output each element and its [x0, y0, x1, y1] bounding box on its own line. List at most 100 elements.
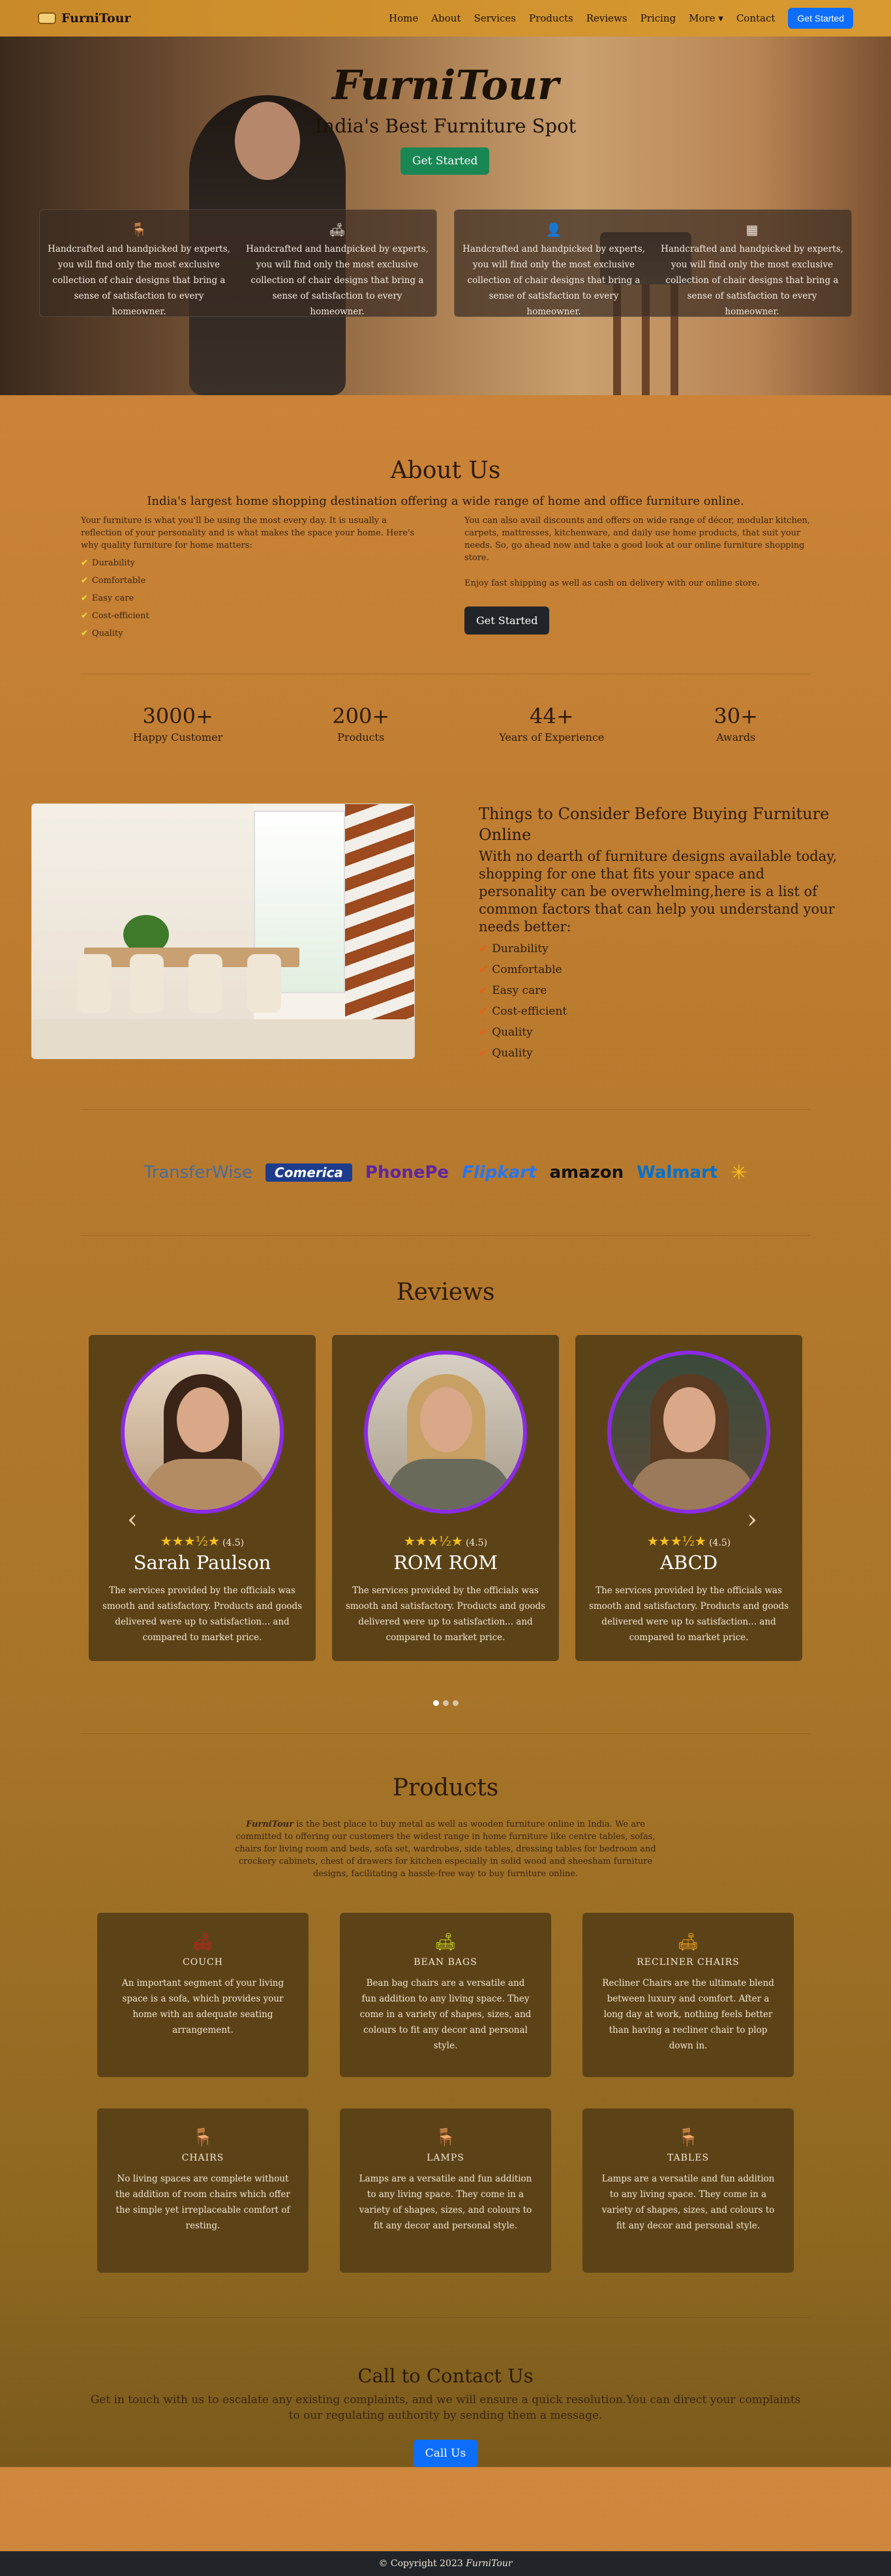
recliner-icon: 🛋	[677, 1932, 699, 1952]
carousel-dot[interactable]	[432, 1700, 439, 1706]
check-icon: ✔	[479, 1047, 489, 1060]
check-icon: ✔	[479, 942, 489, 955]
reviews-section: Reviews ‹ ★★★½★ (4.5) Sarah Paulson The s…	[0, 1279, 891, 1734]
star-rating: ★★★½★ (4.5)	[403, 1533, 488, 1549]
lamp-icon: 🪑	[434, 2128, 457, 2148]
nav-item-about[interactable]: About	[431, 12, 461, 24]
nav-item-home[interactable]: Home	[389, 12, 418, 24]
list-item: ✔ Durability	[479, 942, 549, 955]
table-icon: ▦	[746, 222, 759, 237]
product-card-recliner-chairs[interactable]: 🛋 RECLINER CHAIRS Recliner Chairs are th…	[582, 1913, 794, 2077]
feature-item: 🛋 Handcrafted and handpicked by experts,…	[238, 210, 436, 317]
avatar	[364, 1351, 527, 1514]
list-item: ✔ Quality	[81, 629, 123, 638]
check-icon: ✔	[81, 593, 88, 603]
comerica-logo: Comerica	[265, 1163, 352, 1182]
avatar	[607, 1351, 770, 1514]
amazon-logo: amazon	[549, 1163, 624, 1182]
stat-products: 200+ Products	[332, 704, 390, 743]
products-grid: 🛋 COUCH An important segment of your liv…	[0, 1913, 891, 2273]
feature-text: Handcrafted and handpicked by experts, y…	[48, 244, 230, 317]
carousel-indicators	[0, 1700, 891, 1706]
review-card: ★★★½★ (4.5) Sarah Paulson The services pr…	[89, 1335, 316, 1661]
feature-item: ▦ Handcrafted and handpicked by experts,…	[653, 210, 851, 317]
reviewer-name: Sarah Paulson	[133, 1551, 271, 1574]
star-rating: ★★★½★ (4.5)	[646, 1533, 731, 1549]
carousel-dot[interactable]	[442, 1700, 449, 1706]
feature-box-left: 🪑 Handcrafted and handpicked by experts,…	[39, 209, 437, 317]
divider	[81, 1733, 810, 1734]
feature-text: Handcrafted and handpicked by experts, y…	[661, 244, 843, 317]
check-icon: ✔	[479, 963, 489, 976]
nav-item-products[interactable]: Products	[529, 12, 573, 24]
feature-item: 👤 Handcrafted and handpicked by experts,…	[455, 210, 653, 317]
review-text: The services provided by the officials w…	[588, 1585, 789, 1643]
hero-subtitle: India's Best Furniture Spot	[314, 115, 577, 137]
check-icon: ✔	[81, 576, 88, 586]
nav-item-more[interactable]: More ▾	[689, 12, 723, 24]
list-item: ✔ Comfortable	[479, 963, 562, 976]
nav-item-reviews[interactable]: Reviews	[586, 12, 627, 24]
nav-item-contact[interactable]: Contact	[736, 12, 776, 24]
dining-room-image	[31, 803, 415, 1059]
contact-section: Call to Contact Us Get in touch with us …	[0, 2365, 891, 2467]
review-card: ★★★½★ (4.5) ABCD The services provided by…	[575, 1335, 802, 1661]
carousel-prev-icon[interactable]: ‹	[127, 1505, 138, 1535]
about-quality-list: ✔ Durability ✔ Comfortable ✔ Easy care ✔ Cos…	[81, 554, 420, 642]
feature-text: Handcrafted and handpicked by experts, y…	[246, 244, 429, 317]
support-icon: 👤	[545, 222, 562, 237]
feature-text: Handcrafted and handpicked by experts, y…	[462, 244, 645, 317]
check-icon: ✔	[81, 558, 88, 568]
nav-item-pricing[interactable]: Pricing	[641, 12, 676, 24]
nav-item-services[interactable]: Services	[474, 12, 516, 24]
list-item: ✔ Quality	[479, 1026, 533, 1039]
list-item: ✔ Quality	[479, 1047, 533, 1060]
brand[interactable]: FurniTour	[38, 11, 130, 25]
products-title: Products	[392, 1775, 499, 1801]
nav-get-started-button[interactable]: Get Started	[788, 8, 853, 29]
sofa-icon: 🛋	[329, 222, 346, 237]
chair-icon: 🪑	[130, 222, 147, 237]
feature-box-right: 👤 Handcrafted and handpicked by experts,…	[454, 209, 852, 317]
hero-person-head	[235, 102, 300, 180]
footer-brand: FurniTour	[466, 2558, 513, 2569]
review-text: The services provided by the officials w…	[102, 1585, 303, 1643]
nav-menu: Home About Services Products Reviews Pri…	[389, 8, 853, 29]
product-card-couch[interactable]: 🛋 COUCH An important segment of your liv…	[97, 1913, 309, 2077]
navbar: FurniTour Home About Services Products R…	[0, 0, 891, 37]
about-left-text: Your furniture is what you'll be using t…	[81, 516, 415, 550]
review-text: The services provided by the officials w…	[345, 1585, 546, 1643]
divider	[81, 1109, 810, 1110]
check-icon: ✔	[479, 984, 489, 997]
star-rating: ★★★½★ (4.5)	[160, 1533, 245, 1549]
list-item: ✔ Easy care	[81, 593, 134, 603]
list-item: ✔ Comfortable	[81, 576, 146, 586]
things-text: With no dearth of furniture designs avai…	[479, 848, 837, 935]
brand-name: FurniTour	[61, 11, 131, 25]
hero-title: FurniTour	[332, 61, 559, 109]
review-card: ★★★½★ (4.5) ROM ROM The services provided…	[332, 1335, 559, 1661]
product-card-lamps[interactable]: 🪑 LAMPS Lamps are a versatile and fun ad…	[340, 2108, 551, 2273]
feature-item: 🪑 Handcrafted and handpicked by experts,…	[40, 210, 238, 317]
products-section: Products FurniTour is the best place to …	[0, 1775, 891, 2318]
about-title: About Us	[390, 457, 501, 484]
hero-get-started-button[interactable]: Get Started	[400, 147, 490, 175]
walmart-logo: Walmart	[637, 1163, 718, 1182]
things-list: ✔ Durability ✔ Comfortable ✔ Easy care ✔ Cos…	[479, 938, 844, 1064]
product-card-tables[interactable]: 🪑 TABLES Lamps are a versatile and fun a…	[582, 2108, 794, 2273]
reviews-title: Reviews	[396, 1279, 495, 1306]
flipkart-logo: Flipkart	[462, 1163, 537, 1182]
stats-section: 3000+ Happy Customer 200+ Products 44+ Year…	[0, 704, 891, 743]
about-get-started-button[interactable]: Get Started	[464, 607, 550, 635]
call-us-button[interactable]: Call Us	[413, 2440, 478, 2467]
couch-icon: 🛋	[192, 1932, 214, 1952]
chair-icon: 🪑	[192, 2128, 214, 2148]
hero: FurniTour India's Best Furniture Spot Ge…	[0, 37, 891, 395]
table-icon: 🪑	[677, 2128, 699, 2148]
carousel-dot[interactable]	[452, 1700, 459, 1706]
product-card-bean-bags[interactable]: 🛋 BEAN BAGS Bean bag chairs are a versat…	[340, 1913, 551, 2077]
product-card-chairs[interactable]: 🪑 CHAIRS No living spaces are complete w…	[97, 2108, 309, 2273]
brand-logo-icon	[38, 12, 56, 24]
things-section: Things to Consider Before Buying Furnitu…	[0, 803, 891, 1064]
carousel-next-icon[interactable]: ›	[747, 1505, 757, 1535]
